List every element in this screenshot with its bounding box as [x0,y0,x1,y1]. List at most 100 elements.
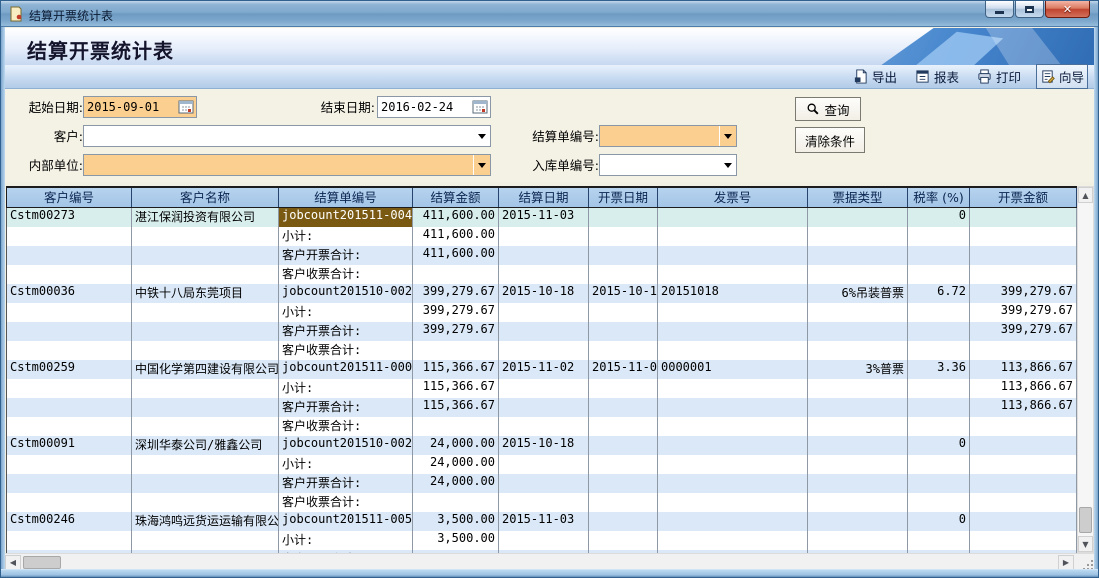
export-button[interactable]: 导出 [850,65,900,88]
cell[interactable] [808,265,908,284]
cell[interactable] [908,398,970,417]
scroll-right-icon[interactable]: ▶ [1058,555,1074,570]
cell[interactable] [970,265,1077,284]
start-date-field[interactable]: 2015-09-01 [83,96,197,118]
scroll-up-icon[interactable]: ▲ [1078,187,1093,203]
cell[interactable] [808,474,908,493]
cell[interactable]: 深圳华泰公司/雅鑫公司 [132,436,279,455]
cell[interactable]: 2015-10-18 [499,284,589,303]
settlement-no-dropdown[interactable] [599,125,737,147]
cell[interactable] [132,417,279,436]
cell[interactable]: 399,279.67 [413,322,499,341]
cell[interactable] [413,417,499,436]
cell[interactable] [589,531,658,550]
cell[interactable] [589,512,658,531]
cell[interactable] [499,379,589,398]
vertical-scroll-thumb[interactable] [1079,507,1092,533]
cell[interactable] [658,417,808,436]
cell[interactable] [658,493,808,512]
cell[interactable]: 113,866.67 [970,398,1077,417]
cell[interactable] [808,398,908,417]
cell[interactable] [132,322,279,341]
cell[interactable] [970,493,1077,512]
cell[interactable]: 115,366.67 [413,360,499,379]
cell[interactable]: 399,279.67 [413,284,499,303]
cell[interactable] [908,493,970,512]
cell[interactable] [970,512,1077,531]
cell[interactable] [970,227,1077,246]
cell[interactable]: 0 [908,208,970,227]
cell[interactable]: 小计: [279,303,413,322]
cell[interactable]: 399,279.67 [413,303,499,322]
print-button[interactable]: 打印 [974,65,1024,88]
cell[interactable] [808,455,908,474]
scroll-down-icon[interactable]: ▼ [1078,536,1093,552]
cell[interactable] [589,246,658,265]
cell[interactable] [7,246,132,265]
cell[interactable]: 小计: [279,227,413,246]
table-row[interactable]: 客户开票合计:115,366.67113,866.67 [7,398,1077,417]
cell[interactable] [658,322,808,341]
cell[interactable] [7,322,132,341]
cell[interactable] [499,303,589,322]
cell[interactable] [499,398,589,417]
cell[interactable] [7,227,132,246]
cell[interactable]: 113,866.67 [970,360,1077,379]
cell[interactable] [658,436,808,455]
cell[interactable] [413,341,499,360]
cell[interactable] [808,379,908,398]
cell[interactable] [7,531,132,550]
cell[interactable]: 客户开票合计: [279,322,413,341]
cell[interactable] [658,227,808,246]
cell[interactable]: 2015-11-03 [499,208,589,227]
column-header-5[interactable]: 开票日期 [589,188,658,207]
cell[interactable]: 411,600.00 [413,246,499,265]
cell[interactable]: Cstm00273 [7,208,132,227]
cell[interactable]: 6.72 [908,284,970,303]
cell[interactable] [908,227,970,246]
cell[interactable] [132,398,279,417]
cell[interactable] [132,265,279,284]
internal-unit-dropdown[interactable] [83,154,491,176]
cell[interactable] [970,208,1077,227]
cell[interactable]: 411,600.00 [413,208,499,227]
cell[interactable]: 24,000.00 [413,474,499,493]
cell[interactable]: jobcount201511-0043 [279,208,413,227]
cell[interactable] [589,303,658,322]
cell[interactable] [7,265,132,284]
cell[interactable] [808,436,908,455]
cell[interactable]: 0000001 [658,360,808,379]
cell[interactable] [589,227,658,246]
cell[interactable] [808,512,908,531]
table-row[interactable]: 小计:24,000.00 [7,455,1077,474]
column-header-4[interactable]: 结算日期 [499,188,589,207]
cell[interactable]: 2015-11-03 [499,512,589,531]
column-header-1[interactable]: 客户名称 [132,188,279,207]
cell[interactable] [499,455,589,474]
cell[interactable]: 6%吊装普票 [808,284,908,303]
chevron-down-icon[interactable] [473,155,490,175]
cell[interactable] [7,417,132,436]
cell[interactable] [413,493,499,512]
cell[interactable] [589,341,658,360]
cell[interactable] [908,322,970,341]
cell[interactable]: 24,000.00 [413,436,499,455]
cell[interactable] [970,474,1077,493]
cell[interactable] [589,265,658,284]
chevron-down-icon[interactable] [473,126,490,146]
query-button[interactable]: 查询 [795,97,861,121]
cell[interactable] [970,246,1077,265]
table-row[interactable]: 小计:399,279.67399,279.67 [7,303,1077,322]
cell[interactable]: 115,366.67 [413,379,499,398]
cell[interactable]: 0 [908,512,970,531]
cell[interactable] [658,379,808,398]
cell[interactable]: 客户收票合计: [279,493,413,512]
cell[interactable] [7,303,132,322]
cell[interactable] [7,455,132,474]
cell[interactable] [908,341,970,360]
cell[interactable]: 客户收票合计: [279,265,413,284]
cell[interactable] [589,436,658,455]
cell[interactable] [413,265,499,284]
cell[interactable] [808,417,908,436]
cell[interactable] [132,455,279,474]
